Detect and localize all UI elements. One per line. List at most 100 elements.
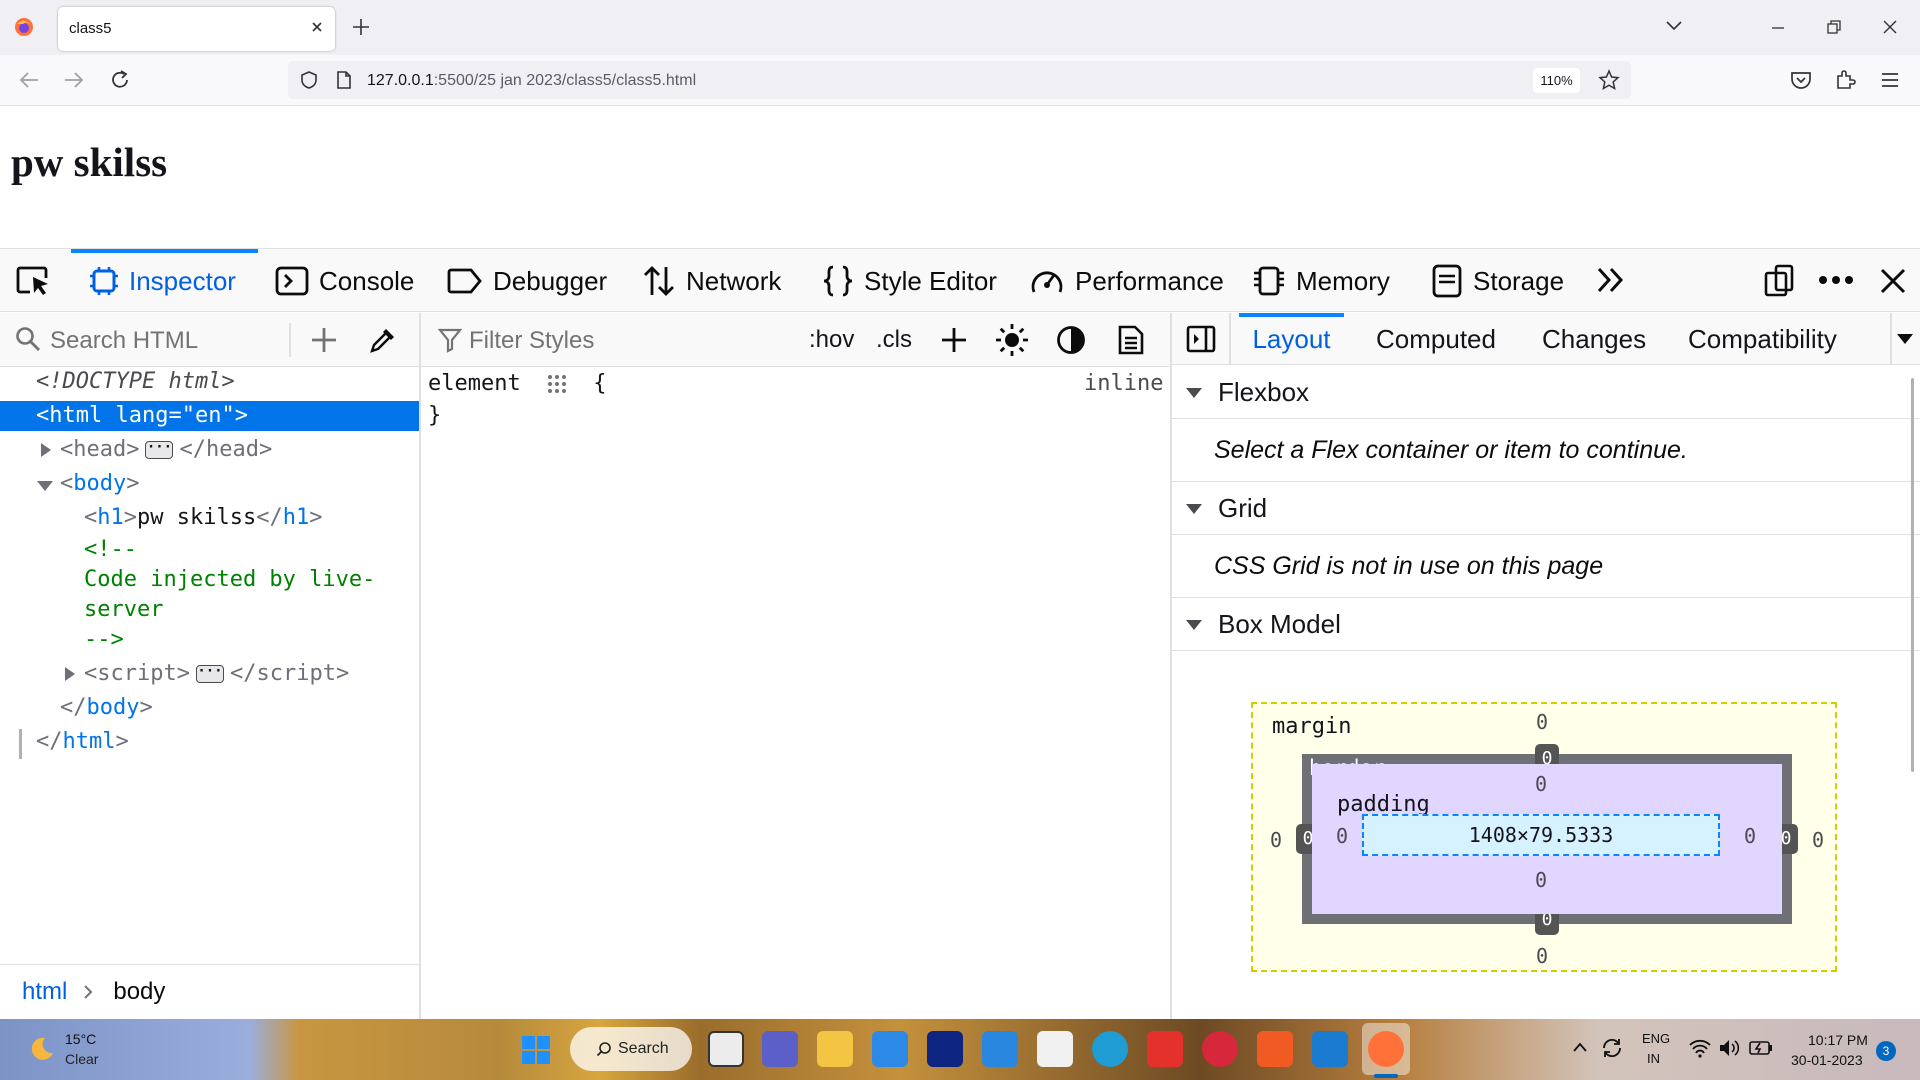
body-node[interactable]: <body> xyxy=(60,469,139,499)
wifi-icon[interactable] xyxy=(1688,1038,1712,1058)
clock-date[interactable]: 30-01-2023 xyxy=(1791,1052,1863,1068)
box-model-section-header[interactable]: Box Model xyxy=(1172,599,1920,651)
html-node-selected[interactable]: <html lang="en"> xyxy=(0,401,419,431)
body-close-node[interactable]: </body> xyxy=(60,693,153,723)
app-icon[interactable] xyxy=(1202,1031,1238,1067)
collapse-triangle-icon[interactable] xyxy=(37,480,53,492)
file-explorer-icon[interactable] xyxy=(817,1031,853,1067)
battery-icon[interactable] xyxy=(1749,1039,1773,1057)
list-tabs-chevron-icon[interactable] xyxy=(1665,19,1683,33)
more-tools-chevrons-icon[interactable] xyxy=(1596,265,1626,295)
toggle-sidebar-icon[interactable] xyxy=(1186,325,1216,353)
tab-inspector[interactable]: Inspector xyxy=(71,249,258,313)
tabs-dropdown-icon[interactable] xyxy=(1896,333,1914,345)
clock-time[interactable]: 10:17 PM xyxy=(1808,1032,1868,1048)
url-text[interactable]: 127.0.0.1:5500/25 jan 2023/class5/class5… xyxy=(367,72,696,90)
zoom-level-badge[interactable]: 110% xyxy=(1533,68,1580,93)
restore-icon[interactable] xyxy=(1826,19,1842,35)
minimize-icon[interactable] xyxy=(1770,20,1786,36)
firefox-taskbar-icon[interactable] xyxy=(1368,1031,1404,1067)
rule-source[interactable]: inline xyxy=(1084,371,1163,396)
vscode-icon[interactable] xyxy=(1312,1031,1348,1067)
dark-theme-contrast-icon[interactable] xyxy=(1056,325,1086,355)
firefox-icon[interactable] xyxy=(14,17,34,37)
rule-selector[interactable]: element { xyxy=(428,371,606,396)
page-info-icon[interactable] xyxy=(335,70,353,90)
back-arrow-icon[interactable] xyxy=(18,70,40,90)
eyedropper-icon[interactable] xyxy=(369,326,397,354)
box-model-margin[interactable]: margin 0 0 0 0 border 0 0 0 0 padding 0 … xyxy=(1251,702,1837,972)
sync-icon[interactable] xyxy=(1600,1036,1624,1060)
print-media-doc-icon[interactable] xyxy=(1117,324,1145,356)
close-window-icon[interactable] xyxy=(1882,19,1898,35)
margin-top[interactable]: 0 xyxy=(1536,710,1548,734)
url-bar[interactable]: 127.0.0.1:5500/25 jan 2023/class5/class5… xyxy=(288,61,1631,99)
tab-compatibility[interactable]: Compatibility xyxy=(1688,324,1837,355)
windows-start-icon[interactable] xyxy=(521,1035,551,1065)
padding-left[interactable]: 0 xyxy=(1336,824,1348,848)
panel-splitter[interactable] xyxy=(419,313,421,1019)
snipping-tool-icon[interactable] xyxy=(1037,1031,1073,1067)
expand-triangle-icon[interactable] xyxy=(64,667,76,681)
tab-console[interactable]: Console xyxy=(275,249,414,313)
mail-icon[interactable] xyxy=(872,1031,908,1067)
notification-count-badge[interactable]: 3 xyxy=(1876,1041,1896,1061)
close-devtools-icon[interactable] xyxy=(1879,267,1907,295)
brave-browser-icon[interactable] xyxy=(1257,1031,1293,1067)
scrollbar-thumb[interactable] xyxy=(1911,378,1914,772)
padding-right[interactable]: 0 xyxy=(1744,824,1756,848)
grid-section-header[interactable]: Grid xyxy=(1172,483,1920,535)
close-tab-icon[interactable] xyxy=(309,19,325,35)
comment-line[interactable]: server xyxy=(84,595,163,625)
moon-weather-icon[interactable] xyxy=(27,1035,55,1063)
class-toggle[interactable]: .cls xyxy=(876,326,912,354)
padding-top[interactable]: 0 xyxy=(1535,772,1547,796)
breadcrumb-body[interactable]: body xyxy=(113,978,165,1006)
margin-right[interactable]: 0 xyxy=(1812,828,1824,852)
comment-line[interactable]: Code injected by live- xyxy=(84,565,375,595)
html-close-node[interactable]: </html> xyxy=(36,727,129,757)
box-model-content-size[interactable]: 1408×79.5333 xyxy=(1362,814,1720,856)
taskbar-search-button[interactable]: Search xyxy=(570,1027,692,1071)
pocket-icon[interactable] xyxy=(1790,70,1812,90)
input-language[interactable]: ENG xyxy=(1642,1031,1670,1046)
tab-debugger[interactable]: Debugger xyxy=(447,249,607,313)
expand-triangle-icon[interactable] xyxy=(40,443,52,457)
search-html-input[interactable]: Search HTML xyxy=(50,327,198,355)
tab-style-editor[interactable]: Style Editor xyxy=(822,249,997,313)
doctype-node[interactable]: <!DOCTYPE html> xyxy=(36,367,235,397)
box-model-padding[interactable]: padding 0 0 0 0 1408×79.5333 xyxy=(1312,764,1782,914)
input-region[interactable]: IN xyxy=(1647,1051,1660,1066)
volume-icon[interactable] xyxy=(1717,1037,1741,1059)
script-node[interactable]: <script> ··· </script> xyxy=(84,659,349,689)
dropbox-icon[interactable] xyxy=(927,1031,963,1067)
tab-storage[interactable]: Storage xyxy=(1431,249,1564,313)
h1-node[interactable]: <h1>pw skilss</h1> xyxy=(84,503,322,533)
new-tab-icon[interactable] xyxy=(351,17,371,37)
tab-performance[interactable]: Performance xyxy=(1029,249,1224,313)
browser-tab[interactable]: class5 xyxy=(58,7,335,51)
tab-computed[interactable]: Computed xyxy=(1376,324,1496,355)
comment-close[interactable]: --> xyxy=(84,625,124,655)
reload-icon[interactable] xyxy=(109,69,131,91)
show-hidden-icons-chevron[interactable] xyxy=(1572,1041,1588,1053)
element-picker-icon[interactable] xyxy=(16,265,52,297)
margin-bottom[interactable]: 0 xyxy=(1536,944,1548,968)
head-node[interactable]: <head> ··· </head> xyxy=(60,435,272,465)
edge-browser-icon[interactable] xyxy=(1092,1031,1128,1067)
hover-state-toggle[interactable]: :hov xyxy=(809,326,854,354)
tracking-protection-shield-icon[interactable] xyxy=(299,70,319,90)
padding-bottom[interactable]: 0 xyxy=(1535,868,1547,892)
light-theme-sun-icon[interactable] xyxy=(995,323,1029,357)
add-rule-plus-icon[interactable] xyxy=(940,326,968,354)
teams-chat-icon[interactable] xyxy=(762,1031,798,1067)
flexbox-section-header[interactable]: Flexbox xyxy=(1172,367,1920,419)
margin-left[interactable]: 0 xyxy=(1270,828,1282,852)
tab-network[interactable]: Network xyxy=(642,249,781,313)
task-view-icon[interactable] xyxy=(708,1031,744,1067)
breadcrumb-html[interactable]: html xyxy=(22,978,67,1006)
forward-arrow-icon[interactable] xyxy=(63,70,85,90)
tab-memory[interactable]: Memory xyxy=(1252,249,1390,313)
tab-layout[interactable]: Layout xyxy=(1239,313,1344,365)
extensions-icon[interactable] xyxy=(1834,69,1856,91)
